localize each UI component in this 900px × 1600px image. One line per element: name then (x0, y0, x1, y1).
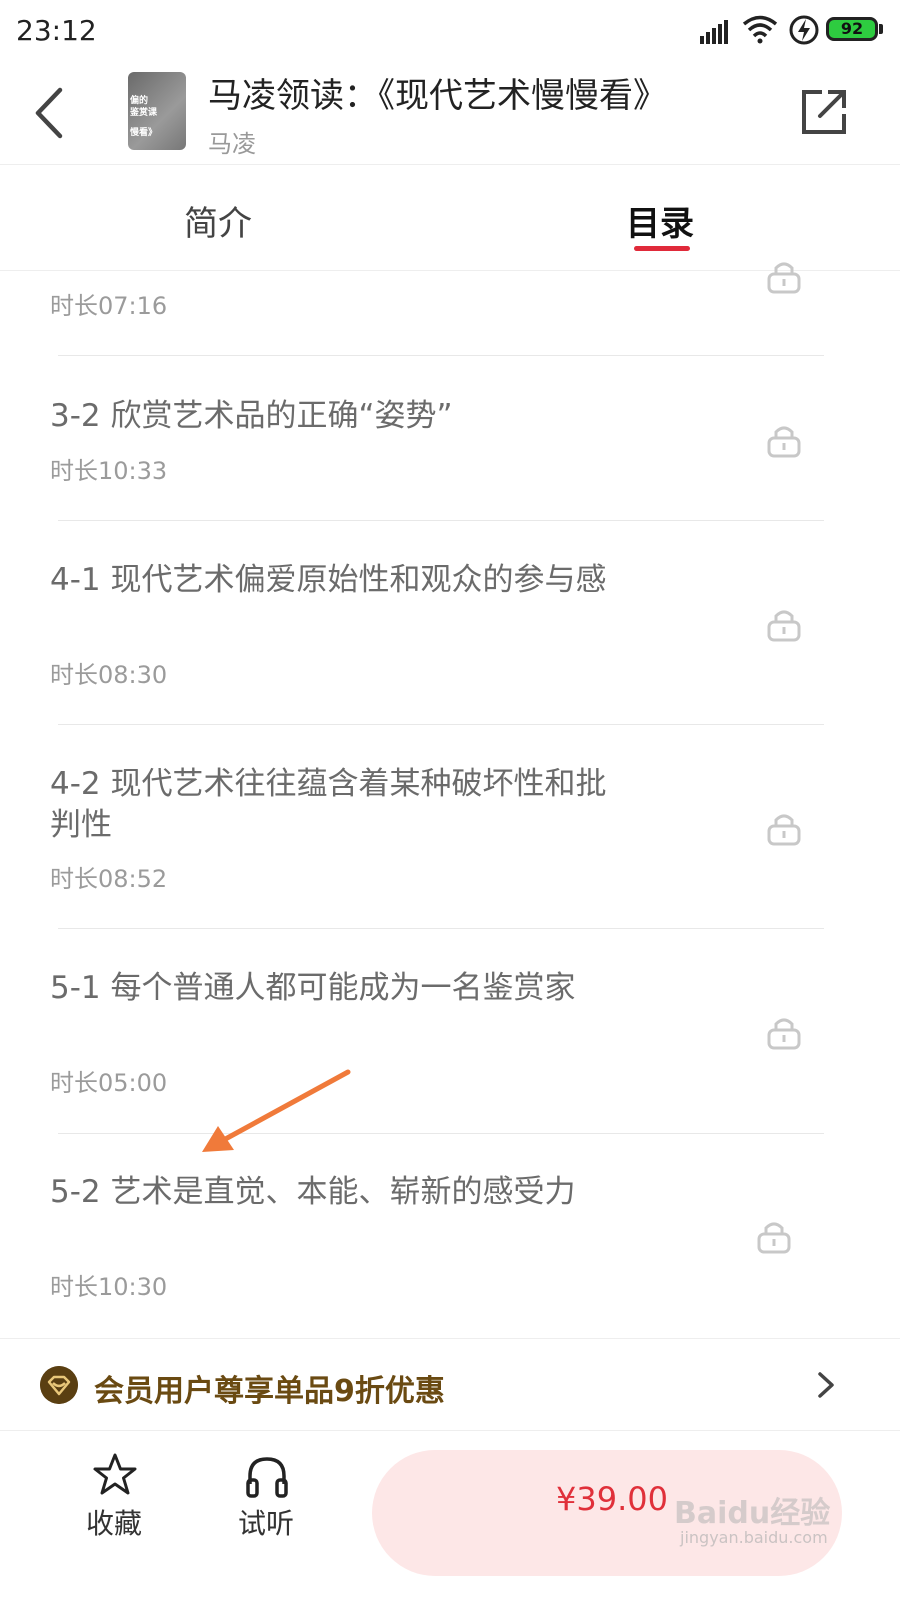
cover-text-line: 偏的 (130, 96, 149, 106)
list-divider (58, 724, 824, 725)
lock-icon (767, 814, 801, 846)
chevron-right-icon[interactable] (812, 1368, 840, 1402)
watermark-url: jingyan.baidu.com (680, 1528, 828, 1547)
wifi-icon (742, 15, 778, 44)
header-divider (0, 164, 900, 165)
share-icon[interactable] (798, 86, 850, 138)
active-tab-indicator (634, 246, 690, 251)
battery-level: 92 (840, 19, 864, 38)
chapter-duration: 时长08:52 (50, 865, 168, 893)
status-bar: 23:12 92 (0, 0, 900, 60)
list-divider (58, 1133, 824, 1134)
battery-icon: 92 (826, 17, 878, 41)
chapter-duration: 时长10:30 (50, 1273, 168, 1301)
price-label: ¥39.00 (556, 1480, 668, 1518)
headphones-icon (246, 1457, 288, 1498)
cover-text-line: 慢看》 (130, 128, 158, 138)
listen-label: 试听 (238, 1507, 295, 1540)
back-arrow-icon[interactable] (30, 86, 70, 140)
charging-icon (789, 15, 819, 45)
chapter-title: 3-2 欣赏艺术品的正确“姿势” (50, 398, 453, 434)
lock-icon (767, 262, 801, 294)
list-divider (58, 928, 824, 929)
list-divider (58, 355, 824, 356)
chapter-duration: 时长05:00 (50, 1069, 168, 1097)
status-time: 23:12 (16, 14, 97, 47)
chapter-duration: 时长07:16 (50, 292, 168, 320)
book-cover[interactable]: 偏的 鉴赏课 慢看》 (128, 72, 186, 150)
favorite-label: 收藏 (86, 1507, 143, 1540)
signal-icon (700, 20, 728, 44)
member-discount-text: 会员用户尊享单品9折优惠 (94, 1374, 445, 1409)
chapter-title: 5-1 每个普通人都可能成为一名鉴赏家 (50, 970, 576, 1006)
cover-text-line: 鉴赏课 (130, 108, 158, 118)
book-title: 马凌领读：《现代艺术慢慢看》 (208, 76, 667, 116)
chapter-title: 4-1 现代艺术偏爱原始性和观众的参与感 (50, 562, 607, 598)
tab-intro[interactable]: 简介 (184, 196, 252, 245)
lock-icon (757, 1222, 791, 1254)
list-divider (58, 520, 824, 521)
lock-icon (767, 426, 801, 458)
star-icon (93, 1453, 137, 1495)
battery-cap (879, 24, 883, 34)
lock-icon (767, 1018, 801, 1050)
tab-catalog[interactable]: 目录 (626, 196, 694, 245)
lock-icon (767, 610, 801, 642)
chapter-duration: 时长10:33 (50, 457, 168, 485)
annotation-arrow-icon (202, 1069, 351, 1152)
book-author: 马凌 (208, 130, 256, 158)
chapter-title: 5-2 艺术是直觉、本能、崭新的感受力 (50, 1174, 576, 1210)
chapter-duration: 时长08:30 (50, 661, 168, 689)
vip-diamond-icon (40, 1366, 78, 1404)
watermark-logo: Baidu经验 (674, 1496, 831, 1531)
tabs-divider (0, 270, 900, 271)
bottom-divider (0, 1430, 900, 1431)
chapter-title: 4-2 现代艺术往往蕴含着某种破坏性和批判性 (50, 766, 607, 843)
